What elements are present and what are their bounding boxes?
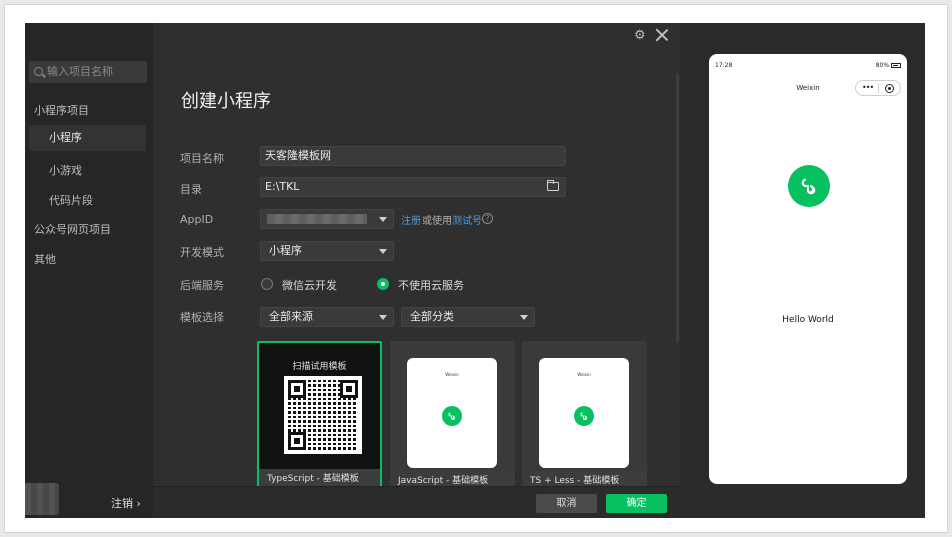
page-title: 创建小程序 [181,91,271,112]
register-link[interactable]: 注册 [401,212,421,227]
scrollbar[interactable] [676,73,679,343]
project-name-input[interactable]: 天客隆模板网 [260,146,566,166]
battery-percent: 80% [875,62,890,69]
radio-cloud-dev-label[interactable]: 微信云开发 [282,277,337,293]
radio-no-cloud-label[interactable]: 不使用云服务 [398,277,464,293]
gear-icon[interactable]: ⚙ [634,29,646,42]
template-category-value: 全部分类 [410,310,454,323]
simulator-panel: 17:28 80% Weixin ••• Hello World [681,23,925,518]
folder-icon[interactable] [547,180,559,191]
miniprogram-logo-icon [574,406,594,426]
qr-code [284,376,362,454]
sidebar-item-minigame[interactable]: 小游戏 [49,162,82,178]
or-use-text: 或使用 [422,216,452,227]
directory-value: E:\TKL [265,180,300,193]
dev-mode-label: 开发模式 [180,246,224,259]
chevron-down-icon [379,249,387,254]
template-card-javascript[interactable]: Weixin JavaScript - 基础模板 [390,341,515,491]
scan-try-label: 扫描试用模板 [292,362,347,372]
test-account-link[interactable]: 测试号 [452,212,482,227]
backend-label: 后端服务 [180,279,224,292]
chevron-down-icon [379,217,387,222]
radio-no-cloud[interactable] [377,278,389,290]
search-icon [34,67,43,76]
appid-select[interactable] [260,209,394,229]
sidebar-group-miniprogram-project[interactable]: 小程序项目 [34,102,89,118]
cancel-button[interactable]: 取消 [536,494,597,513]
search-placeholder: 输入项目名称 [47,65,113,78]
template-card-ts-less[interactable]: Weixin TS + Less - 基础模板 [522,341,647,491]
template-preview: Weixin [407,358,497,468]
status-time: 17:28 [715,62,733,69]
template-preview: Weixin [539,358,629,468]
template-card-typescript[interactable]: 扫描试用模板 TypeScript - 基础模板 [257,341,382,491]
appid-label: AppID [180,213,214,226]
miniprogram-logo-icon [442,406,462,426]
dev-mode-select[interactable]: 小程序 [260,241,394,261]
help-icon[interactable]: ? [482,213,493,224]
radio-cloud-dev[interactable] [261,278,273,290]
sidebar: 输入项目名称 小程序项目 小程序 小游戏 代码片段 公众号网页项目 其他 注销 … [25,23,153,518]
status-battery: 80% [876,62,901,69]
dialog-footer [153,486,681,518]
phone-simulator: 17:28 80% Weixin ••• Hello World [709,54,907,484]
sidebar-item-miniprogram[interactable]: 小程序 [29,125,146,151]
confirm-button[interactable]: 确定 [606,494,667,513]
close-icon[interactable] [655,28,669,42]
sidebar-item-code-snippet[interactable]: 代码片段 [49,192,93,208]
avatar [25,483,59,515]
search-input[interactable]: 输入项目名称 [29,61,147,83]
mini-nav-title: Weixin [445,372,459,377]
directory-input[interactable]: E:\TKL [260,177,566,197]
template-source-value: 全部来源 [269,310,313,323]
project-name-label: 项目名称 [180,152,224,165]
logout-button[interactable]: 注销 › [111,495,141,511]
devtools-window: 输入项目名称 小程序项目 小程序 小游戏 代码片段 公众号网页项目 其他 注销 … [25,23,925,518]
hello-text: Hello World [782,315,834,325]
dev-mode-value: 小程序 [269,244,302,257]
directory-label: 目录 [180,183,202,196]
appid-value-redacted [267,214,367,224]
miniprogram-logo-icon [788,165,830,207]
mini-nav-title: Weixin [577,372,591,377]
capsule-menu[interactable]: ••• [855,80,901,96]
template-category-select[interactable]: 全部分类 [401,307,535,327]
close-target-icon[interactable] [885,84,894,93]
sidebar-group-other[interactable]: 其他 [34,251,56,267]
chevron-down-icon [520,315,528,320]
chevron-down-icon [379,315,387,320]
template-label: 模板选择 [180,311,224,324]
template-source-select[interactable]: 全部来源 [260,307,394,327]
sidebar-group-official-web[interactable]: 公众号网页项目 [34,221,111,237]
more-icon[interactable]: ••• [862,84,874,92]
create-project-panel: ⚙ 创建小程序 项目名称 天客隆模板网 目录 E:\TKL AppID 注册 或… [153,23,681,518]
battery-icon [891,63,901,68]
